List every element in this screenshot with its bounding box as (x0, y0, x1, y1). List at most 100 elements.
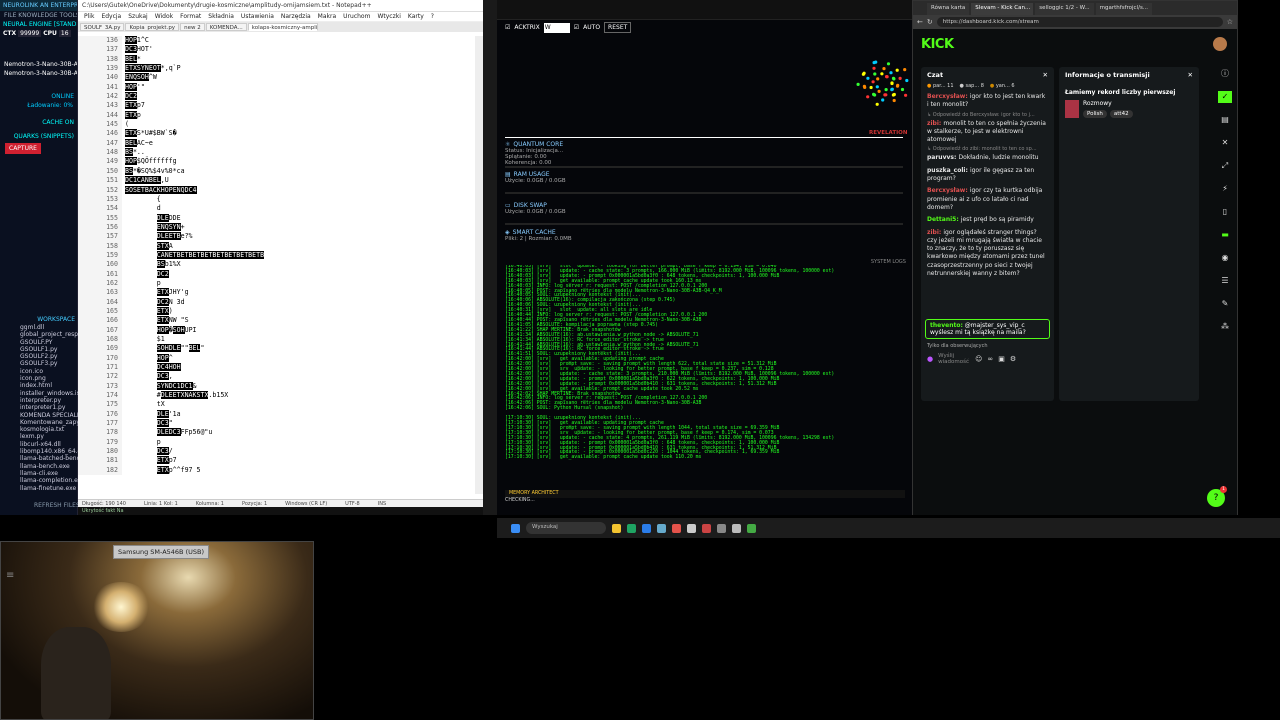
back-icon[interactable]: ← (917, 18, 923, 26)
info-icon[interactable]: ⓘ (1218, 68, 1232, 80)
workspace-file[interactable]: KOMENDA SPECIALNA (0, 412, 78, 419)
top-chatter[interactable]: ● par... 11 (927, 83, 954, 89)
cpu-input[interactable]: 16 (58, 30, 71, 37)
menu-item[interactable]: Format (180, 13, 201, 20)
close-icon[interactable]: ✕ (1043, 71, 1048, 79)
splitter[interactable] (483, 0, 497, 515)
workspace-file[interactable]: icon.ico (0, 368, 78, 375)
menu-item[interactable]: Plik (84, 13, 94, 20)
broadcast-icon[interactable]: ◉ (1218, 252, 1232, 264)
workspace-file[interactable]: interpreter1.py (0, 404, 78, 411)
expand-icon[interactable]: ⤢ (1218, 160, 1232, 172)
ack-input[interactable]: W (543, 22, 570, 33)
tag-att42[interactable]: att42 (1109, 110, 1133, 118)
workspace-file[interactable]: kosmologia.txt (0, 426, 78, 433)
workspace-file[interactable]: libcurl-x64.dll (0, 441, 78, 448)
model-line-2[interactable]: Nemotron-3-Nano-30B-A3B (0, 69, 77, 78)
chat-icon[interactable]: ▬ (1218, 229, 1232, 241)
workspace-file[interactable]: index.html (0, 382, 78, 389)
model-line-1[interactable]: Nemotron-3-Nano-30B-A3B (0, 60, 77, 69)
gift-icon[interactable]: ▣ (998, 355, 1005, 363)
reload-icon[interactable]: ↻ (927, 18, 933, 26)
browser-tab[interactable]: Równa karta (927, 3, 970, 15)
store-icon[interactable] (642, 523, 651, 533)
notepadpp-icon[interactable] (747, 523, 756, 533)
settings-icon[interactable]: ⚙ (1010, 355, 1016, 363)
ack-checkbox[interactable]: ☑ (505, 24, 510, 31)
menu-item[interactable]: Makra (318, 13, 336, 20)
address-input[interactable]: https://dashboard.kick.com/stream (936, 17, 1223, 27)
menu-item[interactable]: Wtyczki (377, 13, 400, 20)
workspace-file[interactable]: ggml.dll (0, 324, 78, 331)
edge-icon[interactable] (627, 523, 636, 533)
workspace-file[interactable]: installer_windows.iss (0, 390, 78, 397)
left-app-menu[interactable]: FILE KNOWLEDGE TOOLS LIMIT (0, 11, 77, 20)
send-input[interactable]: Wyślij wiadomość (938, 353, 970, 365)
editor-tab[interactable]: kolaps-kosmiczny-amplitudy-omijamsiem.tx… (247, 23, 318, 31)
refresh-files-button[interactable]: REFRESH FILES (30, 501, 84, 510)
workspace-file[interactable]: global_project_resp... (0, 331, 78, 338)
menu-item[interactable]: Karty (408, 13, 424, 20)
kick-logo[interactable]: KICK (921, 37, 954, 52)
auto-checkbox[interactable]: ☑ (574, 24, 579, 31)
workspace-file[interactable]: libomp140.x86_64.dll (0, 448, 78, 455)
monitor-icon[interactable] (732, 523, 741, 533)
chrome-icon[interactable] (702, 523, 711, 533)
bolt-icon[interactable]: ⚡ (1218, 183, 1232, 195)
top-chatter[interactable]: ● yan... 6 (990, 83, 1015, 89)
chat-username[interactable]: puszka_coli: (927, 167, 970, 174)
browser-tab[interactable]: selloggic 1/2 - W... (1035, 3, 1094, 15)
editor-tab[interactable]: KOMENDA... (205, 23, 247, 31)
menu-item[interactable]: Narzędzia (281, 13, 311, 20)
editor-tab[interactable]: new 2 (180, 23, 205, 31)
workspace-file[interactable]: GSOULF.PY (0, 339, 78, 346)
menu-item[interactable]: Widok (155, 13, 173, 20)
workspace-file[interactable]: lexm.py (0, 433, 78, 440)
editor-area[interactable]: 136 HOP1^C 137 DC3HOT' 138 BEL* 139 ETXSYNEOT*,… (78, 36, 483, 494)
layout-icon[interactable]: ▤ (1218, 114, 1232, 126)
close-info-icon[interactable]: ✕ (1188, 71, 1193, 79)
mic-icon[interactable]: ● (927, 355, 933, 363)
workspace-file[interactable]: llama-cli.exe (0, 470, 78, 477)
workspace-file[interactable]: Komentowane_zapyt... (0, 419, 78, 426)
chat-username[interactable]: Bercxysław: (927, 187, 970, 194)
avatar[interactable] (1213, 37, 1227, 51)
stack-icon[interactable]: ☰ (1218, 275, 1232, 287)
terminal-icon[interactable] (687, 523, 696, 533)
wrench-icon[interactable]: ✎ (1218, 298, 1232, 310)
app-icon[interactable] (657, 523, 666, 533)
top-chatter[interactable]: ● sap... 8 (960, 83, 984, 89)
category-name[interactable]: Rozmowy (1083, 100, 1133, 107)
menu-icon[interactable]: ≡ (6, 570, 14, 581)
editor-tab[interactable]: Kopia_projekt.py (125, 23, 180, 31)
menu-item[interactable]: Edycja (101, 13, 121, 20)
workspace-file[interactable]: GSOULF1.py (0, 346, 78, 353)
editor-tab[interactable]: SOULF_3A.py (80, 23, 125, 31)
taskbar-search[interactable]: Wyszukaj (526, 522, 606, 534)
chat-username[interactable]: zibi: (927, 229, 943, 236)
system-log-output[interactable]: [16:40:03] [srv] slot update: - looking … (505, 265, 905, 493)
check-icon[interactable]: ✓ (1218, 91, 1232, 103)
chat-username[interactable]: paruvvs: (927, 154, 958, 161)
media-icon[interactable] (672, 523, 681, 533)
workspace-file[interactable]: GSOULF3.py (0, 360, 78, 367)
menu-item[interactable]: Szukaj (128, 13, 147, 20)
settings-taskbar-icon[interactable] (717, 523, 726, 533)
close-rail-icon[interactable]: ✕ (1218, 137, 1232, 149)
tag-polish[interactable]: Polish (1083, 110, 1107, 118)
ctx-input[interactable]: 99999 (18, 30, 42, 37)
workspace-file[interactable]: llama-completion.exe (0, 477, 78, 484)
workspace-file[interactable]: llama-batched-bench (0, 455, 78, 462)
infinity-icon[interactable]: ∞ (987, 355, 993, 363)
chat-username[interactable]: Dettani5: (927, 216, 961, 223)
chat-username[interactable]: zibi: (927, 120, 943, 127)
explorer-icon[interactable] (612, 523, 621, 533)
reset-button[interactable]: RESET (604, 22, 632, 33)
menu-item[interactable]: ? (431, 13, 434, 20)
workspace-file[interactable]: GSOULF2.py (0, 353, 78, 360)
menu-item[interactable]: Ustawienia (241, 13, 274, 20)
chat-username[interactable]: Bercxysław: (927, 93, 970, 100)
windows-start-icon[interactable] (511, 523, 520, 533)
dots-icon[interactable]: ⁂ (1218, 321, 1232, 333)
workspace-file[interactable]: interpreter.py (0, 397, 78, 404)
